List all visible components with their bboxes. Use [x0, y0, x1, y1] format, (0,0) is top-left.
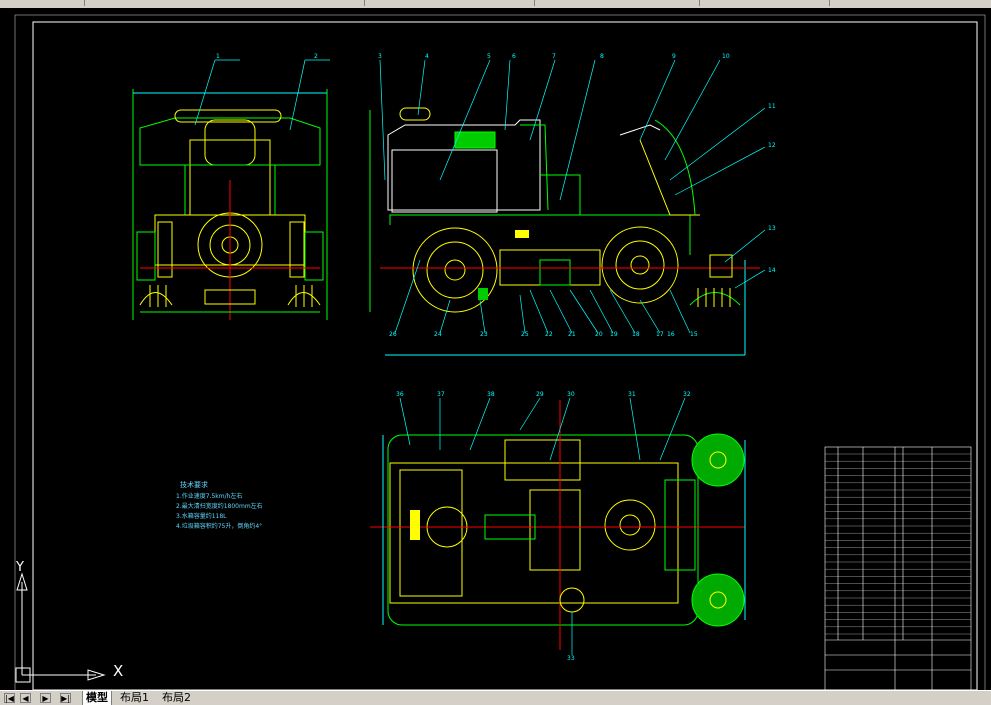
part-balloon-number: 29 [536, 391, 544, 398]
part-balloon-number: 21 [568, 331, 576, 338]
toolbar-segment[interactable] [370, 0, 535, 6]
title-block-rows [825, 453, 971, 635]
part-balloon-number: 31 [628, 391, 636, 398]
part-balloon-number: 20 [595, 331, 603, 338]
part-balloon-number: 6 [512, 53, 516, 60]
cad-drawing: 1 2 3 4 5 6 7 8 9 101112131426 24 23 25 22 21 20 19 18 17 1… [14, 14, 986, 690]
part-balloon-number: 38 [487, 391, 495, 398]
part-balloon-number: 5 [487, 53, 491, 60]
tab-layout1[interactable]: 布局1 [120, 691, 149, 705]
drawing-canvas[interactable]: 1 2 3 4 5 6 7 8 9 10 11 12 13 14 26 24 23 25 22 21 20 19 18 17 1… [0, 8, 991, 690]
part-balloon-number: 26 [389, 331, 397, 338]
part-balloon-number: 8 [600, 53, 604, 60]
axis-y-label: Y [16, 560, 24, 575]
part-balloon-number: 19 [610, 331, 618, 338]
toolbar-segment[interactable] [320, 0, 365, 6]
part-balloon-number: 25 [521, 331, 529, 338]
tab-model[interactable]: 模型 [82, 691, 112, 705]
part-balloon-number: 17 [656, 331, 664, 338]
part-balloon-number: 1 [216, 53, 220, 60]
toolbar-segment[interactable] [0, 0, 85, 6]
layout-tab-bar: |◀ ◀ ▶ ▶| 模型 布局1 布局2 [0, 690, 991, 705]
next-tab-button[interactable]: ▶ [40, 693, 51, 703]
tab-layout2[interactable]: 布局2 [162, 691, 191, 705]
toolbar-strip [0, 0, 991, 8]
title-block [824, 446, 972, 690]
part-balloon-number: 4 [425, 53, 429, 60]
axis-x-label: X [113, 662, 124, 680]
part-balloon-number: 16 [667, 331, 675, 338]
part-balloon-number: 12 [768, 142, 776, 149]
side-view [369, 107, 760, 356]
part-balloon-number: 37 [437, 391, 445, 398]
part-balloon-number: 3 [378, 53, 382, 60]
part-balloon-number: 11 [768, 103, 776, 110]
technical-note-line: 1.作业速度7.5km/h左右 [176, 493, 243, 500]
part-balloon-number: 18 [632, 331, 640, 338]
outer-border [32, 21, 978, 690]
part-balloon-number: 36 [396, 391, 404, 398]
part-balloon-number: 23 [480, 331, 488, 338]
toolbar-segment[interactable] [830, 0, 991, 6]
technical-notes-title: 技术要求 [180, 481, 208, 489]
technical-note-line: 3.水箱容量约118L [176, 513, 227, 520]
part-balloon-number: 13 [768, 225, 776, 232]
front-view [132, 89, 328, 320]
ucs-icon [15, 572, 106, 683]
toolbar-segment[interactable] [535, 0, 700, 6]
part-balloon-number: 22 [545, 331, 553, 338]
part-balloon-number: 14 [768, 267, 776, 274]
part-balloon-number: 24 [434, 331, 442, 338]
technical-note-line: 2.最大清扫宽度约1800mm左右 [176, 503, 263, 510]
part-balloon-number: 9 [672, 53, 676, 60]
part-balloon-number: 10 [722, 53, 730, 60]
prev-tab-button[interactable]: ◀ [20, 693, 31, 703]
sheet-border [14, 14, 986, 690]
technical-notes: 技术要求 1.作业速度7.5km/h左右 2.最大清扫宽度约1800mm左右 3… [176, 480, 263, 532]
first-tab-button[interactable]: |◀ [4, 693, 15, 703]
toolbar-segment[interactable] [700, 0, 830, 6]
part-balloon-number: 15 [690, 331, 698, 338]
part-balloon-number: 33 [567, 655, 575, 662]
part-balloon-number: 32 [683, 391, 691, 398]
part-balloon-number: 7 [552, 53, 556, 60]
part-balloon-number: 2 [314, 53, 318, 60]
last-tab-button[interactable]: ▶| [60, 693, 71, 703]
part-balloon-number: 30 [567, 391, 575, 398]
technical-note-line: 4.垃圾箱容积约75升，倒角约4° [176, 523, 263, 530]
